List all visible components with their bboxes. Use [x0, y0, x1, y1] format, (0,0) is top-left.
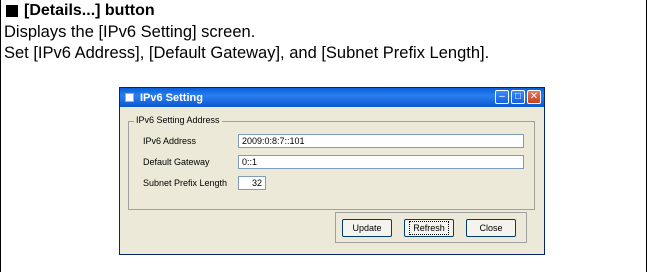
window-title: IPv6 Setting: [140, 91, 203, 104]
section-heading: [Details...] button: [6, 2, 155, 20]
group-title: IPv6 Setting Address: [134, 115, 222, 125]
window-titlebar[interactable]: IPv6 Setting ‒ □ ✕: [120, 88, 544, 107]
refresh-button-label: Refresh: [409, 221, 449, 235]
subnet-prefix-row: Subnet Prefix Length 32: [143, 176, 266, 190]
update-button-label: Update: [352, 223, 382, 233]
description-line-1: Displays the [IPv6 Setting] screen.: [4, 23, 256, 41]
maximize-icon[interactable]: □: [511, 90, 525, 104]
default-gateway-row: Default Gateway 0::1: [143, 155, 524, 169]
description-line-2: Set [IPv6 Address], [Default Gateway], a…: [4, 44, 490, 62]
ipv6-address-group: IPv6 Setting Address IPv6 Address 2009:0…: [128, 115, 535, 210]
update-button[interactable]: Update: [342, 219, 392, 237]
minimize-icon[interactable]: ‒: [495, 90, 509, 104]
bullet-square-icon: [6, 5, 18, 17]
default-gateway-label: Default Gateway: [143, 157, 210, 167]
button-area: Update Refresh Close: [335, 212, 527, 243]
refresh-button[interactable]: Refresh: [404, 219, 454, 237]
ipv6-address-input[interactable]: 2009:0:8:7::101: [238, 134, 524, 148]
ipv6-address-row: IPv6 Address 2009:0:8:7::101: [143, 134, 524, 148]
heading-text: [Details...] button: [24, 2, 155, 19]
subnet-prefix-input[interactable]: 32: [238, 176, 266, 190]
default-gateway-input[interactable]: 0::1: [238, 155, 524, 169]
ipv6-setting-window: IPv6 Setting ‒ □ ✕ IPv6 Setting Address …: [119, 87, 545, 255]
close-icon[interactable]: ✕: [527, 90, 541, 104]
subnet-prefix-label: Subnet Prefix Length: [143, 178, 228, 188]
close-button-label: Close: [479, 223, 503, 233]
ipv6-address-label: IPv6 Address: [143, 136, 197, 146]
app-icon[interactable]: [125, 93, 134, 102]
close-button[interactable]: Close: [466, 219, 516, 237]
